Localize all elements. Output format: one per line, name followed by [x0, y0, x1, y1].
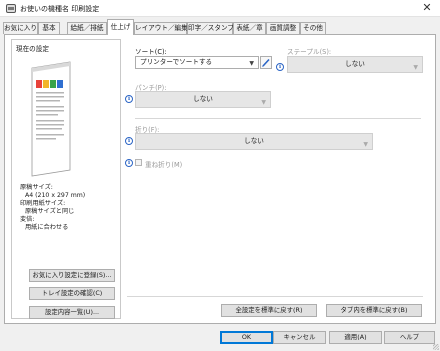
- staple-info-icon[interactable]: i: [276, 63, 284, 71]
- chevron-down-icon: ▼: [363, 141, 368, 148]
- reset-all-button[interactable]: 全設定を標準に戻す(R): [221, 304, 317, 317]
- multi-fold-info-icon[interactable]: i: [125, 159, 133, 167]
- fold-info-icon[interactable]: i: [125, 137, 133, 145]
- printer-icon: [6, 4, 16, 13]
- apply-button[interactable]: 適用(A): [329, 331, 382, 344]
- staple-select[interactable]: しない ▼: [287, 56, 423, 73]
- current-settings-panel: 現在の設定 原稿サイズ: A4 (210 x 297 mm) 印刷用紙サイズ:: [11, 39, 121, 319]
- summary-line: 用紙に合わせる: [25, 224, 69, 231]
- summary-line: 原稿サイズ:: [20, 184, 53, 191]
- staple-label: ステープル(S):: [287, 48, 332, 56]
- check-tray-button[interactable]: トレイ設定の確認(C): [29, 287, 115, 300]
- settings-summary: 原稿サイズ: A4 (210 x 297 mm) 印刷用紙サイズ: 原稿サイズと…: [20, 184, 85, 232]
- sort-edit-button[interactable]: [260, 56, 272, 69]
- chevron-down-icon: ▼: [249, 60, 254, 67]
- summary-line: 変倍:: [20, 216, 35, 223]
- punch-info-icon[interactable]: i: [125, 95, 133, 103]
- sort-select[interactable]: プリンターでソートする ▼: [135, 56, 259, 69]
- reset-tab-button[interactable]: タブ内を標準に戻す(B): [326, 304, 422, 317]
- tab-content: 現在の設定 原稿サイズ: A4 (210 x 297 mm) 印刷用紙サイズ:: [4, 34, 436, 324]
- chevron-down-icon: ▼: [261, 99, 266, 106]
- close-button[interactable]: ✕: [420, 2, 434, 14]
- divider: [127, 296, 423, 297]
- sort-label: ソート(C):: [135, 48, 167, 56]
- sort-value: プリンターでソートする: [140, 58, 213, 66]
- ok-button[interactable]: OK: [220, 331, 273, 344]
- title-bar: お使いの機種名 印刷設定 ✕: [0, 0, 440, 17]
- cancel-button[interactable]: キャンセル: [273, 331, 326, 344]
- chevron-down-icon: ▼: [413, 64, 418, 71]
- help-button[interactable]: ヘルプ: [384, 331, 435, 344]
- fold-select[interactable]: しない ▼: [135, 133, 373, 150]
- multi-fold-checkbox[interactable]: [135, 159, 142, 166]
- punch-value: しない: [193, 95, 213, 103]
- tab-basic[interactable]: 基本: [38, 22, 60, 34]
- punch-select[interactable]: しない ▼: [135, 91, 271, 108]
- tab-strip: お気に入り 基本 給紙／排紙 仕上げ レイアウト／編集 印字／スタンプ 表紙／章…: [0, 19, 440, 35]
- register-favorite-button[interactable]: お気に入り設定に登録(S)...: [29, 269, 115, 282]
- tab-other[interactable]: その他: [300, 22, 326, 34]
- multi-fold-label: 重ね折り(M): [145, 161, 183, 169]
- tab-favorites[interactable]: お気に入り: [3, 22, 38, 34]
- pencil-icon: [262, 58, 270, 67]
- staple-value: しない: [345, 60, 365, 68]
- fold-value: しない: [244, 137, 264, 145]
- tab-paper-feed[interactable]: 給紙／排紙: [67, 22, 107, 34]
- window-title: お使いの機種名 印刷設定: [20, 5, 100, 13]
- summary-line: 原稿サイズと同じ: [25, 208, 75, 215]
- tab-layout-edit[interactable]: レイアウト／編集: [134, 22, 188, 34]
- tab-finishing[interactable]: 仕上げ: [107, 19, 134, 35]
- summary-line: A4 (210 x 297 mm): [25, 192, 86, 199]
- tab-image-quality[interactable]: 画質調整: [266, 22, 300, 34]
- document-preview-image: [31, 61, 71, 177]
- tab-print-stamp[interactable]: 印字／スタンプ: [187, 22, 234, 34]
- summary-line: 印刷用紙サイズ:: [20, 200, 66, 207]
- current-settings-label: 現在の設定: [16, 45, 49, 53]
- resize-grip[interactable]: [433, 344, 439, 350]
- tab-cover-chapter[interactable]: 表紙／章: [233, 22, 266, 34]
- settings-list-button[interactable]: 設定内容一覧(U)...: [29, 306, 115, 319]
- divider: [135, 118, 421, 119]
